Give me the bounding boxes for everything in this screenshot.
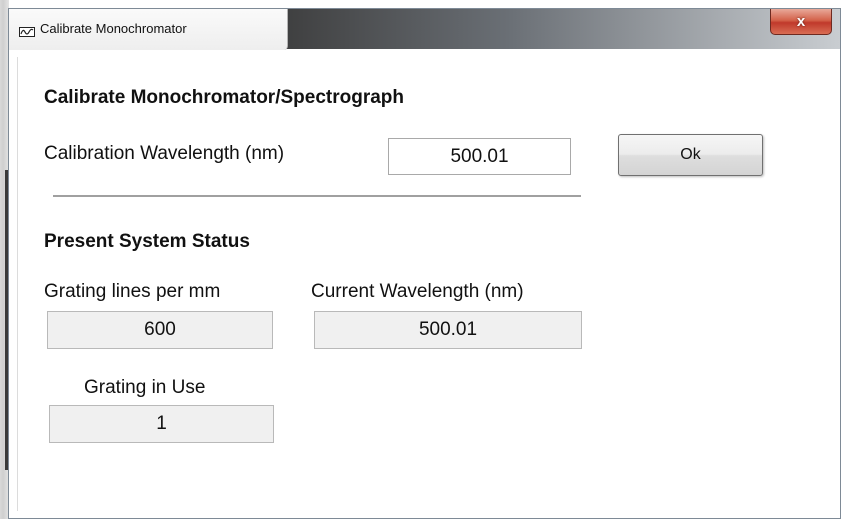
grating-in-use-value: 1	[49, 405, 274, 443]
close-button[interactable]: x	[770, 9, 832, 35]
current-wavelength-label: Current Wavelength (nm)	[311, 281, 524, 302]
app-icon	[19, 24, 35, 37]
grating-lines-value: 600	[47, 311, 273, 349]
current-wavelength-value: 500.01	[314, 311, 582, 349]
status-heading: Present System Status	[44, 231, 250, 252]
close-icon: x	[796, 13, 806, 30]
calibration-wavelength-input[interactable]	[388, 138, 571, 175]
title-tab: Calibrate Monochromator	[9, 9, 288, 50]
calibrate-monochromator-window: Calibrate Monochromator x Calibrate Mono…	[8, 8, 841, 519]
title-bar[interactable]: Calibrate Monochromator x	[9, 9, 840, 50]
calibrate-heading: Calibrate Monochromator/Spectrograph	[44, 87, 404, 108]
calibration-wavelength-label: Calibration Wavelength (nm)	[44, 143, 285, 164]
dialog-content: Calibrate Monochromator/Spectrograph Cal…	[17, 57, 836, 511]
grating-lines-label: Grating lines per mm	[44, 281, 221, 302]
grating-in-use-label: Grating in Use	[84, 377, 206, 398]
ok-button[interactable]: Ok	[618, 134, 763, 176]
separator	[53, 195, 581, 198]
window-title: Calibrate Monochromator	[40, 21, 187, 36]
